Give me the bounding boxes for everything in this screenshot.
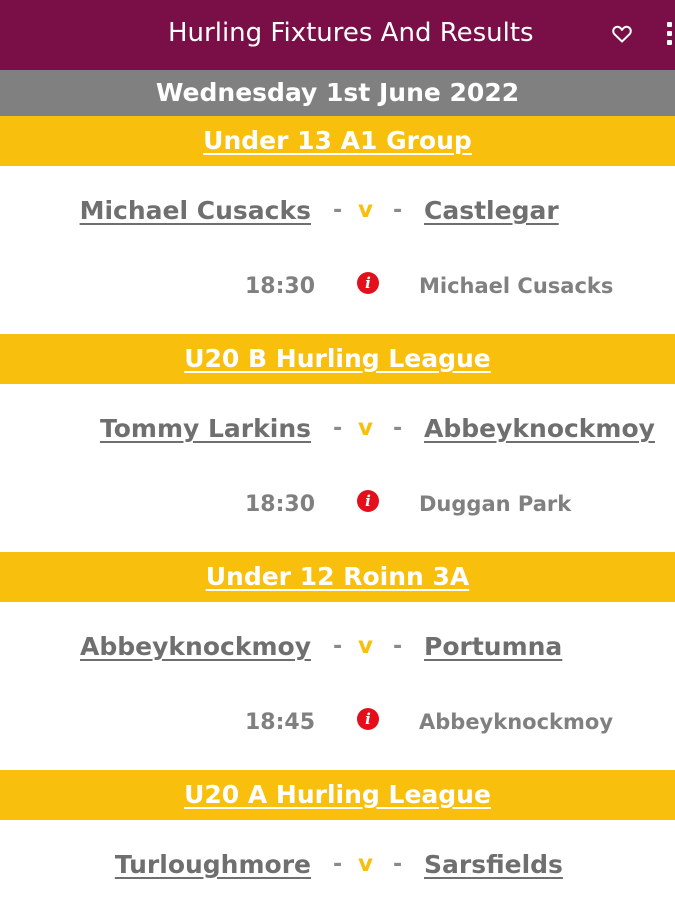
fixture-venue: Duggan Park [419, 492, 572, 516]
fixture-time: 18:30 [244, 492, 315, 517]
separator-dash: - [393, 198, 403, 223]
separator-dash: - [333, 852, 343, 877]
home-team-link[interactable]: Turloughmore [115, 850, 311, 879]
group-name-link[interactable]: U20 A Hurling League [184, 770, 491, 820]
fixture-card: Tommy Larkins - v - Abbeyknockmoy 18:30 … [0, 384, 675, 552]
group-header[interactable]: Under 12 Roinn 3A [0, 552, 675, 602]
separator-dash: - [333, 198, 343, 223]
separator-dash: - [333, 416, 343, 441]
fixture-card: Abbeyknockmoy - v - Portumna 18:45 i Abb… [0, 602, 675, 770]
separator-dash: - [333, 634, 343, 659]
separator-dash: - [393, 416, 403, 441]
away-team-link[interactable]: Portumna [424, 632, 562, 661]
info-icon[interactable]: i [357, 272, 379, 294]
away-team-link[interactable]: Abbeyknockmoy [424, 414, 655, 443]
home-team-link[interactable]: Tommy Larkins [100, 414, 311, 443]
versus-label: v [358, 851, 373, 877]
more-vertical-icon[interactable] [662, 20, 675, 48]
fixture-time: 18:45 [244, 710, 315, 735]
separator-dash: - [393, 634, 403, 659]
fixture-card: Michael Cusacks - v - Castlegar 18:30 i … [0, 166, 675, 334]
info-icon[interactable]: i [357, 708, 379, 730]
group-header[interactable]: U20 A Hurling League [0, 770, 675, 820]
home-team-link[interactable]: Michael Cusacks [80, 196, 311, 225]
separator-dash: - [393, 852, 403, 877]
fixture-venue: Abbeyknockmoy [419, 710, 614, 734]
heart-icon[interactable] [608, 22, 636, 46]
fixture-time: 18:30 [244, 274, 315, 299]
app-header: Hurling Fixtures And Results [0, 0, 675, 70]
home-team-link[interactable]: Abbeyknockmoy [80, 632, 311, 661]
group-header[interactable]: U20 B Hurling League [0, 334, 675, 384]
fixture-card: Turloughmore - v - Sarsfields [0, 820, 675, 900]
versus-label: v [358, 633, 373, 659]
info-icon[interactable]: i [357, 490, 379, 512]
versus-label: v [358, 197, 373, 223]
versus-label: v [358, 415, 373, 441]
group-name-link[interactable]: U20 B Hurling League [184, 334, 491, 384]
group-header[interactable]: Under 13 A1 Group [0, 116, 675, 166]
app-title: Hurling Fixtures And Results [168, 18, 534, 48]
fixtures-page: Hurling Fixtures And Results Wednesday 1… [0, 0, 675, 900]
away-team-link[interactable]: Sarsfields [424, 850, 563, 879]
group-name-link[interactable]: Under 12 Roinn 3A [206, 552, 470, 602]
group-name-link[interactable]: Under 13 A1 Group [203, 116, 472, 166]
away-team-link[interactable]: Castlegar [424, 196, 559, 225]
fixture-venue: Michael Cusacks [419, 274, 614, 298]
date-header: Wednesday 1st June 2022 [0, 70, 675, 116]
